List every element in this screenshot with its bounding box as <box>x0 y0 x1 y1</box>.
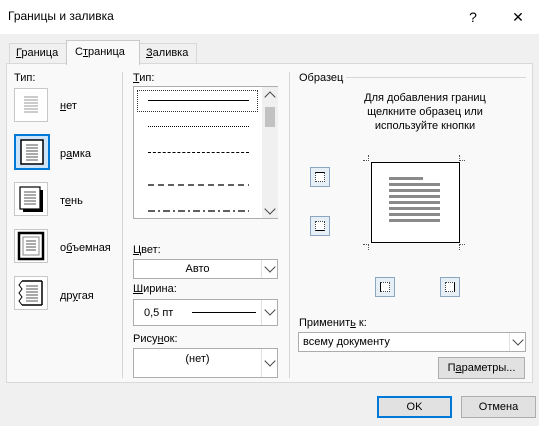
width-line-sample <box>192 312 256 313</box>
style-option-solid[interactable] <box>148 100 249 101</box>
setting-custom-icon <box>18 280 43 306</box>
setting-shadow-button[interactable] <box>14 182 48 216</box>
setting-3d-label: объемная <box>60 242 111 254</box>
setting-box-icon <box>20 139 44 165</box>
apply-to-value: всему документу <box>303 336 390 348</box>
corner-mark <box>363 155 369 161</box>
color-value: Авто <box>185 263 210 275</box>
style-option-dash-dot[interactable] <box>148 203 249 215</box>
width-dropdown-arrow[interactable] <box>261 300 278 325</box>
chevron-down-icon <box>264 203 276 215</box>
setting-3d-button[interactable] <box>14 229 48 263</box>
setting-none-label: нет <box>60 100 77 112</box>
right-border-button[interactable] <box>440 277 460 297</box>
setting-3d-icon <box>17 231 45 261</box>
scroll-down-button[interactable] <box>262 202 278 218</box>
preview-separator <box>346 77 526 78</box>
setting-custom-label: другая <box>60 290 94 302</box>
scrollbar-thumb[interactable] <box>265 107 275 127</box>
chevron-down-icon <box>512 334 524 346</box>
corner-mark <box>459 244 465 250</box>
color-dropdown-arrow[interactable] <box>261 260 278 278</box>
chevron-down-icon <box>264 261 276 273</box>
setting-none-icon <box>24 96 38 113</box>
bottom-border-button[interactable] <box>310 216 330 236</box>
width-dropdown[interactable]: 0,5 пт <box>133 299 278 326</box>
style-selection-focus <box>137 90 258 112</box>
close-button[interactable]: ✕ <box>507 6 529 28</box>
setting-custom-button[interactable] <box>14 276 48 310</box>
cancel-button[interactable]: Отмена <box>461 396 536 418</box>
chevron-up-icon <box>264 91 276 103</box>
setting-none-button[interactable] <box>14 88 48 122</box>
color-dropdown[interactable]: Авто <box>133 259 278 279</box>
apply-to-label: Применить к: <box>299 317 367 329</box>
right-border-icon <box>445 282 455 292</box>
scroll-up-button[interactable] <box>262 87 278 103</box>
style-option-long-dash[interactable] <box>148 177 249 189</box>
setting-label: Тип: <box>14 72 36 84</box>
apply-to-dropdown-arrow[interactable] <box>509 333 526 351</box>
width-value: 0,5 пт <box>144 307 174 319</box>
setting-box-label: рамка <box>60 148 91 160</box>
art-dropdown-arrow[interactable] <box>261 349 278 377</box>
art-label: Рисунок: <box>133 333 178 345</box>
preview-label: Образец <box>299 72 344 84</box>
corner-mark <box>363 244 369 250</box>
tab-borders[interactable]: Граница <box>9 43 67 64</box>
setting-shadow-label: тень <box>60 195 83 207</box>
art-dropdown[interactable]: (нет) <box>133 348 278 378</box>
preview-hint: Для добавления границ щелкните образец и… <box>364 92 486 132</box>
style-label: Тип: <box>133 72 155 84</box>
ok-button[interactable]: OK <box>377 396 452 418</box>
corner-mark <box>459 155 465 161</box>
help-button[interactable]: ? <box>462 6 484 28</box>
bottom-border-icon <box>315 221 325 231</box>
preview-page[interactable] <box>371 162 460 243</box>
chevron-down-icon <box>264 304 276 316</box>
options-button[interactable]: Параметры... <box>438 357 525 379</box>
left-border-icon <box>380 282 390 292</box>
chevron-down-icon <box>264 355 276 367</box>
setting-box-button[interactable] <box>14 134 50 170</box>
window-title: Границы и заливка <box>8 9 114 23</box>
column-divider <box>122 72 123 378</box>
setting-shadow-icon <box>19 186 43 212</box>
tab-shading[interactable]: Заливка <box>139 43 197 64</box>
tab-page-border[interactable]: Страница <box>66 40 140 65</box>
left-border-button[interactable] <box>375 277 395 297</box>
width-label: Ширина: <box>133 283 177 295</box>
top-border-icon <box>315 172 325 182</box>
art-value: (нет) <box>185 353 210 365</box>
color-label: Цвет: <box>133 244 161 256</box>
column-divider <box>289 72 290 378</box>
apply-to-dropdown[interactable]: всему документу <box>298 332 526 352</box>
style-option-dashed[interactable] <box>148 152 249 153</box>
style-option-dotted[interactable] <box>148 126 249 127</box>
style-listbox[interactable] <box>133 86 278 219</box>
top-border-button[interactable] <box>310 167 330 187</box>
